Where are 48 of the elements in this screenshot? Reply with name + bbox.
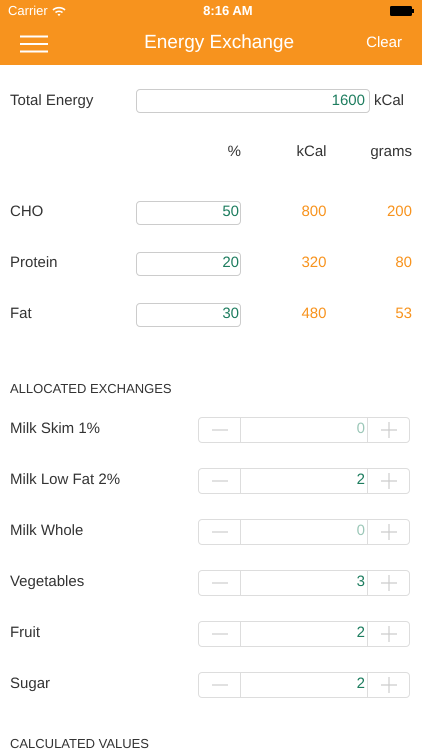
row-label: Milk Skim 1% xyxy=(10,419,102,440)
section-header: CALCULATED VALUES xyxy=(10,736,150,750)
plus-icon xyxy=(380,524,396,540)
plus-icon xyxy=(380,626,396,642)
input-field[interactable]: 1600 xyxy=(136,89,370,113)
section-header: ALLOCATED EXCHANGES xyxy=(10,380,172,398)
minus-icon xyxy=(212,480,228,482)
minus-icon xyxy=(212,530,228,532)
row-label: Fat xyxy=(10,304,33,324)
nav-title: Energy Exchange xyxy=(143,31,294,56)
kcal-value: 800 xyxy=(300,202,326,222)
input-field[interactable]: 30 xyxy=(136,302,241,326)
count-field[interactable]: 2 xyxy=(241,672,367,696)
kcal-value: 320 xyxy=(300,253,326,274)
count-field[interactable]: 3 xyxy=(241,570,367,594)
input-field[interactable]: 50 xyxy=(136,200,241,224)
grams-value: 80 xyxy=(394,253,412,274)
column-header: % xyxy=(226,142,241,162)
unit-label: kCal xyxy=(374,90,404,111)
minus-icon xyxy=(212,582,228,584)
row-label: Protein xyxy=(10,253,59,274)
plus-icon xyxy=(380,676,396,692)
wifi-icon xyxy=(52,6,66,16)
grams-value: 53 xyxy=(394,304,412,324)
carrier-label: Carrier xyxy=(8,2,48,20)
column-header: kCal xyxy=(295,142,326,162)
row-label: Milk Whole xyxy=(10,521,84,542)
count-field[interactable]: 2 xyxy=(241,468,367,492)
row-label: Fruit xyxy=(10,623,41,644)
plus-icon xyxy=(380,574,396,590)
battery-icon xyxy=(390,6,414,16)
plus-icon xyxy=(380,472,396,488)
input-field[interactable]: 20 xyxy=(136,252,241,276)
minus-icon xyxy=(212,428,228,430)
column-header: grams xyxy=(369,142,412,162)
menu-icon[interactable] xyxy=(20,34,48,52)
minus-icon xyxy=(212,684,228,686)
row-label: Vegetables xyxy=(10,572,86,592)
kcal-value: 480 xyxy=(300,304,326,324)
minus-icon xyxy=(212,632,228,634)
count-field[interactable]: 2 xyxy=(241,622,367,646)
status-time: 8:16 AM xyxy=(203,2,253,20)
row-label: Total Energy xyxy=(10,90,94,111)
row-label: Sugar xyxy=(10,674,52,694)
row-label: Milk Low Fat 2% xyxy=(10,470,122,490)
row-label: CHO xyxy=(10,202,44,222)
grams-value: 200 xyxy=(386,202,412,222)
plus-icon xyxy=(380,422,396,438)
